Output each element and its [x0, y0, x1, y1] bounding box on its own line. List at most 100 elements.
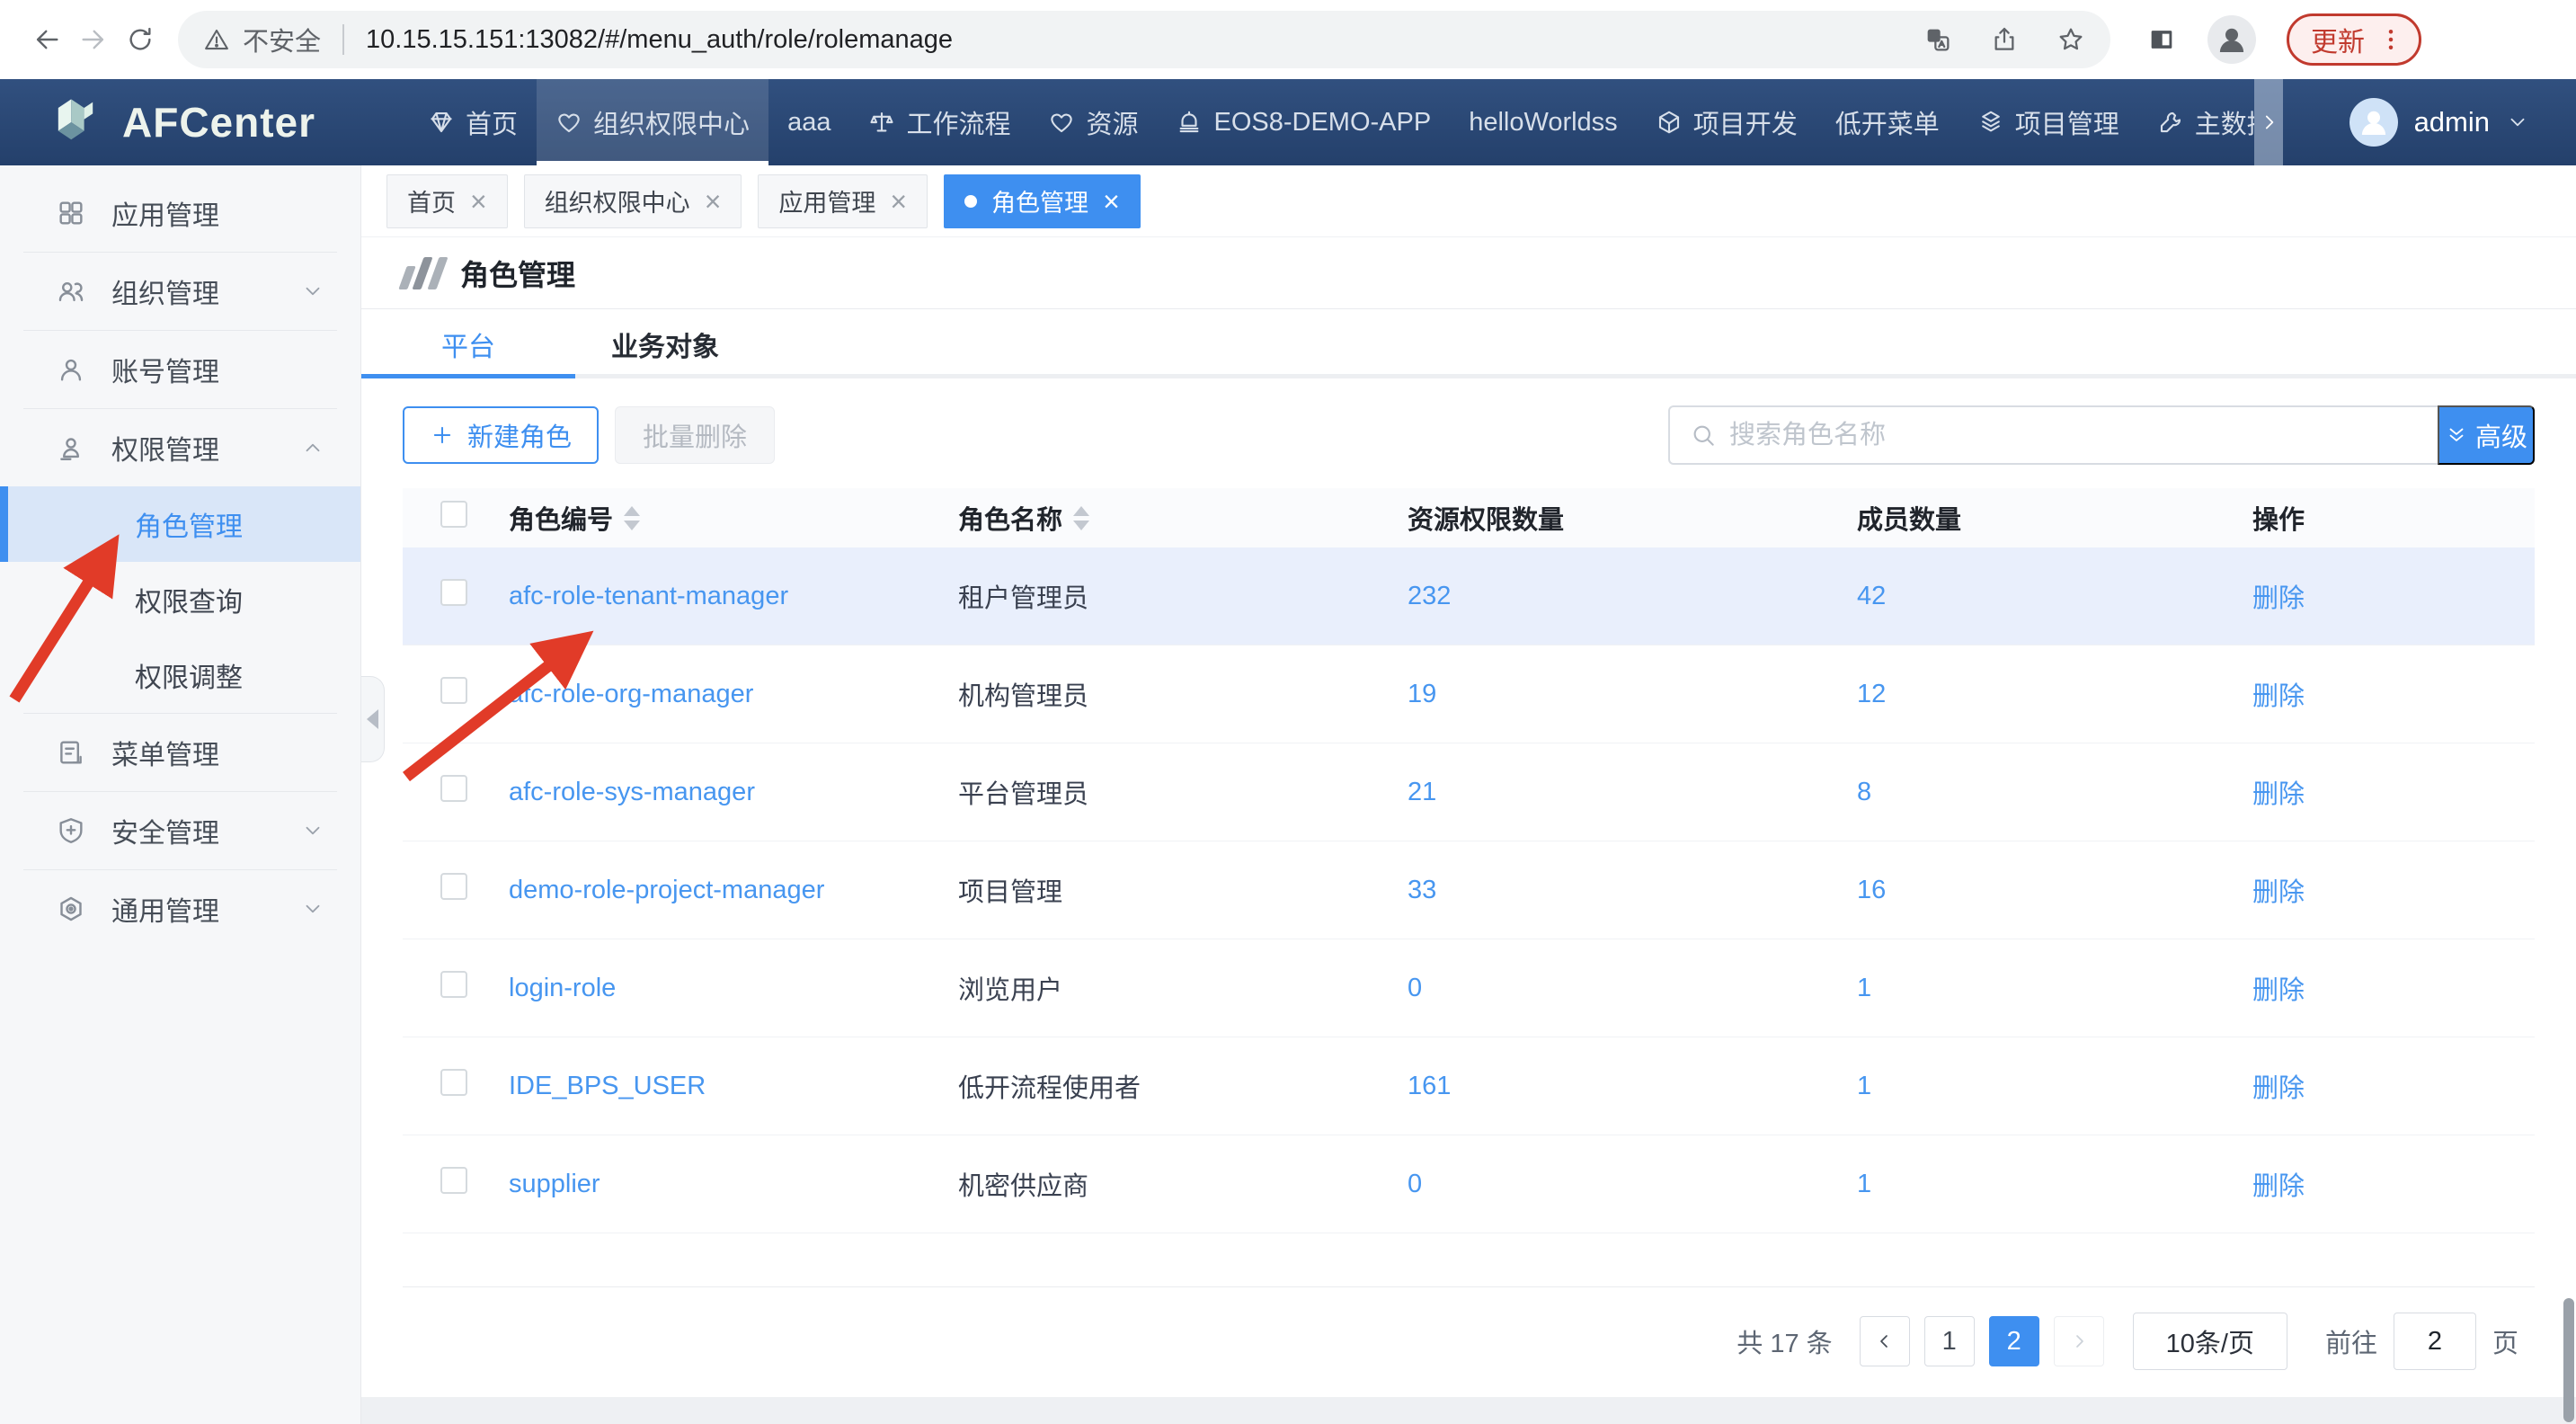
column-header-0[interactable]: 角色编号 [509, 499, 958, 537]
side-panel-icon[interactable] [2146, 24, 2177, 55]
topnav-item-0[interactable]: 首页 [409, 79, 537, 165]
brand[interactable]: AFCenter [49, 93, 315, 151]
search-input[interactable] [1729, 421, 2418, 450]
role-id-link[interactable]: afc-role-tenant-manager [509, 582, 788, 610]
sidebar-item-5[interactable]: 安全管理 [0, 792, 360, 869]
search-box[interactable] [1668, 405, 2438, 465]
tab-business-object[interactable]: 业务对象 [575, 325, 719, 364]
permission-count-link[interactable]: 19 [1408, 680, 1436, 708]
sidebar-item-6[interactable]: 通用管理 [0, 870, 360, 948]
row-checkbox[interactable] [440, 971, 467, 998]
role-id-link[interactable]: IDE_BPS_USER [509, 1072, 706, 1100]
page-2-button[interactable]: 2 [1989, 1316, 2039, 1366]
member-count-link[interactable]: 8 [1857, 778, 1871, 806]
row-checkbox[interactable] [440, 775, 467, 802]
delete-link[interactable]: 删除 [2252, 976, 2305, 1005]
next-page-button[interactable] [2054, 1316, 2104, 1366]
page-1-button[interactable]: 1 [1924, 1316, 1975, 1366]
sidebar-item-2[interactable]: 账号管理 [0, 331, 360, 408]
prev-page-button[interactable] [1860, 1316, 1910, 1366]
permission-count-link[interactable]: 21 [1408, 778, 1436, 806]
sidebar-item-1[interactable]: 组织管理 [0, 253, 360, 330]
tab-chip-0[interactable]: 首页× [386, 174, 508, 228]
translate-icon[interactable] [1923, 25, 1952, 54]
forward-button[interactable] [70, 16, 117, 63]
topnav-item-7[interactable]: 项目开发 [1637, 79, 1817, 165]
sidebar-item-3[interactable]: 权限管理 [0, 409, 360, 486]
select-all-checkbox[interactable] [440, 501, 467, 528]
delete-link[interactable]: 删除 [2252, 1074, 2305, 1103]
member-count-link[interactable]: 12 [1857, 680, 1886, 708]
row-checkbox[interactable] [440, 579, 467, 606]
browser-profile-avatar[interactable] [2207, 15, 2256, 64]
bulk-delete-button[interactable]: 批量删除 [615, 406, 775, 464]
user-menu[interactable]: admin [2349, 79, 2529, 165]
close-icon[interactable]: × [890, 187, 907, 216]
advanced-search-button[interactable]: 高级 [2438, 405, 2535, 465]
nav-scroll-strip[interactable] [2254, 79, 2283, 165]
role-id-link[interactable]: afc-role-org-manager [509, 680, 753, 708]
bookmark-star-icon[interactable] [2056, 25, 2085, 54]
permission-count-link[interactable]: 0 [1408, 1170, 1422, 1198]
topnav-item-4[interactable]: 资源 [1029, 79, 1157, 165]
goto-page-input[interactable] [2394, 1313, 2476, 1370]
permission-count-link[interactable]: 232 [1408, 582, 1451, 610]
sidebar-item-0[interactable]: 应用管理 [0, 174, 360, 252]
topnav-item-3[interactable]: 工作流程 [849, 79, 1029, 165]
sort-icon[interactable] [624, 506, 640, 530]
member-count-link[interactable]: 42 [1857, 582, 1886, 610]
browser-update-button[interactable]: 更新 [2287, 13, 2421, 66]
sidebar-subitem-3-0[interactable]: 角色管理 [0, 486, 360, 562]
tab-chip-3[interactable]: 角色管理× [944, 174, 1141, 228]
cube-icon [1656, 109, 1683, 136]
topnav-item-1[interactable]: 组织权限中心 [537, 79, 768, 165]
close-icon[interactable]: × [1103, 187, 1120, 216]
role-id-link[interactable]: afc-role-sys-manager [509, 778, 755, 806]
row-checkbox[interactable] [440, 677, 467, 704]
sidebar-subitem-3-1[interactable]: 权限查询 [0, 562, 360, 637]
url-text[interactable]: 10.15.15.151:13082/#/menu_auth/role/role… [366, 25, 1923, 55]
sidebar-subitem-3-2[interactable]: 权限调整 [0, 637, 360, 713]
row-checkbox[interactable] [440, 873, 467, 900]
member-count-link[interactable]: 1 [1857, 1072, 1871, 1100]
topnav-item-10[interactable]: 主数据管理 [2138, 79, 2254, 165]
topnav-item-2[interactable]: aaa [768, 79, 849, 165]
tab-chip-2[interactable]: 应用管理× [758, 174, 928, 228]
column-header-1[interactable]: 角色名称 [958, 499, 1408, 537]
sort-icon[interactable] [1073, 506, 1089, 530]
topnav-item-9[interactable]: 项目管理 [1959, 79, 2138, 165]
kebab-menu-icon[interactable] [2377, 26, 2404, 53]
page-size-select[interactable]: 10条/页 [2133, 1313, 2287, 1370]
member-count-link[interactable]: 16 [1857, 876, 1886, 904]
role-id-link[interactable]: demo-role-project-manager [509, 876, 824, 904]
vertical-scrollbar-thumb[interactable] [2563, 1298, 2574, 1422]
member-count-link[interactable]: 1 [1857, 974, 1871, 1002]
row-checkbox[interactable] [440, 1069, 467, 1096]
topnav-item-5[interactable]: EOS8-DEMO-APP [1157, 79, 1450, 165]
permission-count-link[interactable]: 33 [1408, 876, 1436, 904]
delete-link[interactable]: 删除 [2252, 1172, 2305, 1201]
address-bar[interactable]: 不安全 10.15.15.151:13082/#/menu_auth/role/… [178, 11, 2110, 68]
close-icon[interactable]: × [470, 187, 487, 216]
close-icon[interactable]: × [705, 187, 722, 216]
role-id-link[interactable]: supplier [509, 1170, 600, 1198]
permission-count-link[interactable]: 161 [1408, 1072, 1451, 1100]
sidebar-item-4[interactable]: 菜单管理 [0, 714, 360, 791]
share-icon[interactable] [1990, 25, 2019, 54]
tab-platform[interactable]: 平台 [361, 325, 575, 364]
role-id-link[interactable]: login-role [509, 974, 616, 1002]
delete-link[interactable]: 删除 [2252, 584, 2305, 613]
tab-chip-1[interactable]: 组织权限中心× [524, 174, 742, 228]
topnav-item-6[interactable]: helloWorldss [1450, 79, 1636, 165]
delete-link[interactable]: 删除 [2252, 780, 2305, 809]
row-checkbox[interactable] [440, 1167, 467, 1194]
permission-count-link[interactable]: 0 [1408, 974, 1422, 1002]
topnav-item-8[interactable]: 低开菜单 [1817, 79, 1959, 165]
back-button[interactable] [23, 16, 70, 63]
delete-link[interactable]: 删除 [2252, 682, 2305, 711]
sidebar-collapse-handle[interactable] [361, 676, 385, 762]
delete-link[interactable]: 删除 [2252, 878, 2305, 907]
member-count-link[interactable]: 1 [1857, 1170, 1871, 1198]
new-role-button[interactable]: 新建角色 [403, 406, 599, 464]
refresh-button[interactable] [117, 16, 164, 63]
